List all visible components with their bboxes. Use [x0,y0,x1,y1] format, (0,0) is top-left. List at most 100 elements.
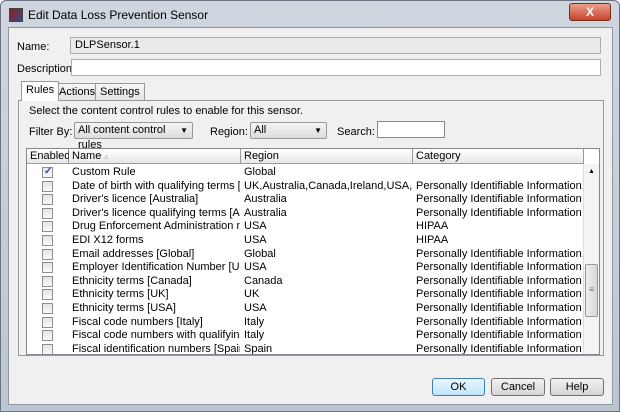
rule-region: Global [244,166,276,178]
ok-button[interactable]: OK [432,378,485,396]
rule-name: Driver's licence qualifying terms [Austr… [72,206,240,219]
search-input[interactable] [377,121,445,138]
tab-rules[interactable]: Rules [21,81,60,101]
table-row[interactable]: Ethnicity terms [USA] USA Personally Ide… [27,302,584,316]
scrollbar-thumb[interactable]: ≡ [585,264,598,317]
filter-label: Filter By: [29,126,73,138]
table-row[interactable]: Date of birth with qualifying terms [Glo… [27,180,584,194]
rule-region: UK [244,288,260,301]
rule-category: Personally Identifiable Information [416,193,582,206]
rule-region: Canada [244,274,283,287]
enabled-checkbox[interactable] [42,343,53,354]
rule-category: Personally Identifiable Information [416,274,582,287]
enabled-checkbox[interactable] [42,289,53,301]
rule-name: Ethnicity terms [USA] [72,302,176,314]
tab-settings[interactable]: Settings [95,83,145,100]
chevron-down-icon: ▼ [314,126,322,135]
app-icon [9,8,23,22]
table-row[interactable]: Driver's licence qualifying terms [Austr… [27,207,584,221]
enabled-checkbox[interactable] [42,316,53,328]
rule-region: USA [244,302,267,314]
filter-dropdown[interactable]: All content control rules ▼ [74,122,193,151]
table-row[interactable]: Fiscal code numbers with qualifying ter.… [27,329,584,343]
close-button[interactable]: X [569,3,611,21]
rule-category: Personally Identifiable Information,HIPA… [416,179,584,192]
dialog-window: Edit Data Loss Prevention Sensor X Name:… [0,0,620,412]
region-label: Region: [210,126,248,138]
rule-region: Spain [244,342,273,355]
help-button[interactable]: Help [550,378,604,396]
search-label: Search: [337,126,375,138]
rule-category: Personally Identifiable Information,HIPA… [416,247,584,260]
rule-name: Date of birth with qualifying terms [Glo… [72,179,240,192]
rule-name: Email addresses [Global] [72,247,195,260]
rule-category: Personally Identifiable Information [416,206,582,219]
rule-category: Personally Identifiable Information [416,342,582,355]
name-field[interactable]: DLPSensor.1 [70,37,601,54]
column-header-category[interactable]: Category [413,149,584,164]
rule-category: HIPAA [416,234,449,246]
description-label: Description: [17,63,76,75]
enabled-checkbox[interactable] [42,207,53,219]
table-row[interactable]: EDI X12 forms USA HIPAA [27,234,584,248]
tab-actions[interactable]: Actions [54,83,101,100]
vertical-scrollbar[interactable]: ▲ ≡ [583,164,599,354]
window-title: Edit Data Loss Prevention Sensor [28,8,209,22]
table-row[interactable]: Ethnicity terms [UK] UK Personally Ident… [27,288,584,302]
table-row[interactable]: Employer Identification Number [USA] USA… [27,261,584,275]
sort-ascending-icon: ▵ [104,152,109,161]
rule-category: Personally Identifiable Information [416,261,582,274]
enabled-checkbox[interactable] [42,235,53,246]
enabled-checkbox[interactable] [42,194,53,206]
description-field[interactable] [71,59,601,76]
enabled-checkbox[interactable] [42,248,53,260]
enabled-checkbox[interactable] [42,180,53,192]
rule-name: Custom Rule [72,166,136,178]
region-dropdown[interactable]: All ▼ [250,122,327,139]
dialog-body: Name: DLPSensor.1 Description: Rules Act… [8,27,613,405]
table-row[interactable]: Drug Enforcement Administration numb... … [27,220,584,234]
column-header-region[interactable]: Region [241,149,413,164]
rule-name: Employer Identification Number [USA] [72,261,240,274]
enabled-checkbox[interactable] [42,303,53,314]
enabled-checkbox[interactable] [42,330,53,342]
rule-category: Personally Identifiable Information [416,329,582,342]
table-row[interactable]: Ethnicity terms [Canada] Canada Personal… [27,275,584,289]
rule-name: Drug Enforcement Administration numb... [72,220,240,233]
table-row[interactable]: Fiscal identification numbers [Spain] Sp… [27,342,584,355]
rule-region: Italy [244,329,265,342]
enabled-checkbox[interactable] [42,262,53,274]
enabled-checkbox[interactable] [42,221,53,233]
title-bar: Edit Data Loss Prevention Sensor [9,7,208,23]
rule-region: Italy [244,315,265,328]
enabled-checkbox[interactable] [42,275,53,287]
region-value: All [254,124,267,136]
table-row[interactable]: Fiscal code numbers [Italy] Italy Person… [27,316,584,330]
column-header-name-label: Name [72,150,102,162]
scroll-up-icon[interactable]: ▲ [584,168,599,175]
enabled-checkbox[interactable] [42,165,53,179]
rules-table: Enabled Name ▵ Region Category Custom Ru… [26,148,600,355]
chevron-down-icon: ▼ [180,126,188,135]
rule-region: Global [244,247,276,260]
name-label: Name: [17,41,50,53]
column-header-enabled[interactable]: Enabled [27,149,70,164]
filter-value: All content control rules [78,124,166,151]
table-row[interactable]: Driver's licence [Australia] Australia P… [27,193,584,207]
rule-name: EDI X12 forms [72,234,144,246]
rule-name: Ethnicity terms [Canada] [72,274,192,287]
table-row[interactable]: Email addresses [Global] Global Personal… [27,248,584,262]
table-row[interactable]: Custom Rule Global [27,165,584,180]
cancel-button[interactable]: Cancel [491,378,545,396]
rule-category: HIPAA [416,220,449,233]
rule-region: USA [244,234,267,246]
rule-region: USA [244,261,267,274]
rule-category: Personally Identifiable Information [416,315,582,328]
rule-name: Fiscal code numbers [Italy] [72,315,203,328]
rule-category: Personally Identifiable Information [416,302,582,314]
rule-region: Australia [244,206,287,219]
column-header-name[interactable]: Name ▵ [69,149,241,164]
rule-name: Fiscal code numbers with qualifying ter.… [72,329,240,342]
rule-name: Fiscal identification numbers [Spain] [72,342,240,355]
rule-category: Personally Identifiable Information [416,288,582,301]
